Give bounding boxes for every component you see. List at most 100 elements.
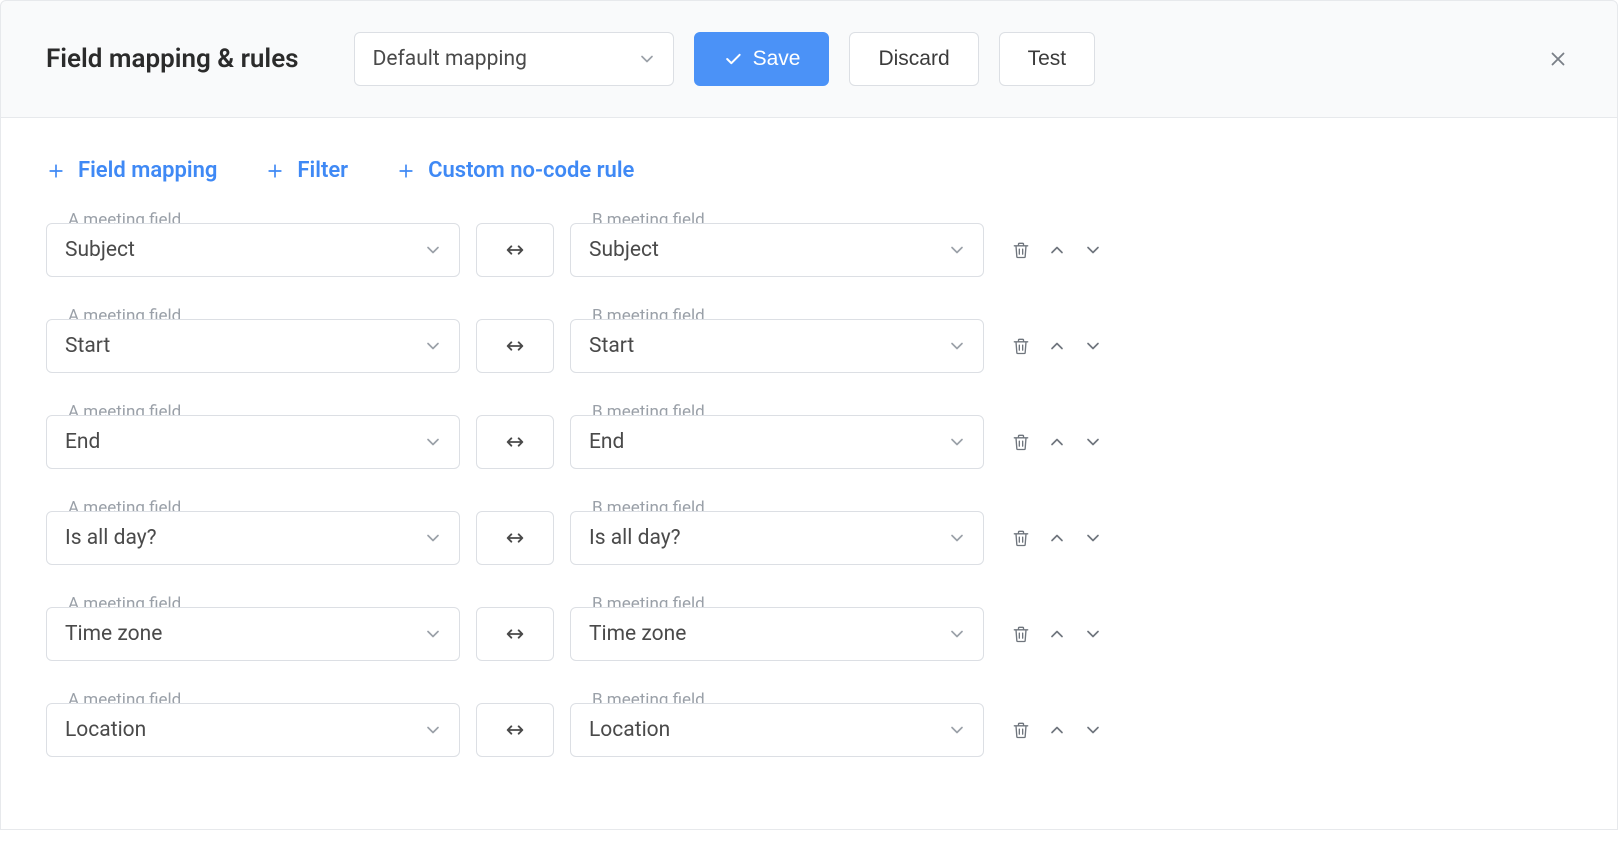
a-field-value: Location (65, 718, 146, 742)
test-button[interactable]: Test (999, 32, 1096, 86)
b-field-value: End (589, 430, 624, 454)
a-field-select[interactable]: Is all day? (46, 511, 460, 565)
b-field-select[interactable]: Time zone (570, 607, 984, 661)
chevron-down-icon (947, 720, 967, 740)
move-up-button[interactable] (1044, 429, 1070, 455)
delete-row-button[interactable] (1008, 621, 1034, 647)
close-icon (1547, 48, 1569, 70)
swap-icon (504, 239, 526, 261)
move-down-button[interactable] (1080, 429, 1106, 455)
chevron-down-icon (1083, 336, 1103, 356)
add-filter-link[interactable]: Filter (265, 158, 348, 183)
chevron-down-icon (1083, 624, 1103, 644)
save-button-label: Save (753, 47, 801, 71)
row-actions (1008, 237, 1106, 263)
add-custom-rule-link[interactable]: Custom no-code rule (396, 158, 634, 183)
direction-toggle[interactable] (476, 319, 554, 373)
delete-row-button[interactable] (1008, 237, 1034, 263)
close-button[interactable] (1544, 45, 1572, 73)
plus-icon (396, 161, 416, 181)
chevron-down-icon (637, 49, 657, 69)
mapping-row: A meeting field Time zone B meeting fiel… (46, 607, 1572, 661)
page-title: Field mapping & rules (46, 44, 299, 74)
move-up-button[interactable] (1044, 237, 1070, 263)
delete-row-button[interactable] (1008, 429, 1034, 455)
direction-toggle[interactable] (476, 223, 554, 277)
chevron-up-icon (1047, 336, 1067, 356)
delete-row-button[interactable] (1008, 525, 1034, 551)
b-field-select[interactable]: Start (570, 319, 984, 373)
header-bar: Field mapping & rules Default mapping Sa… (0, 0, 1618, 118)
chevron-down-icon (423, 240, 443, 260)
mapping-row: A meeting field Start B meeting field St… (46, 319, 1572, 373)
mapping-select[interactable]: Default mapping (354, 32, 674, 86)
move-down-button[interactable] (1080, 237, 1106, 263)
delete-row-button[interactable] (1008, 717, 1034, 743)
chevron-down-icon (1083, 432, 1103, 452)
b-field-value: Location (589, 718, 670, 742)
b-field-box: B meeting field Start (570, 319, 984, 373)
swap-icon (504, 719, 526, 741)
chevron-down-icon (947, 336, 967, 356)
move-up-button[interactable] (1044, 525, 1070, 551)
mapping-row: A meeting field Location B meeting field… (46, 703, 1572, 757)
discard-button-label: Discard (878, 47, 949, 71)
a-field-box: A meeting field Location (46, 703, 460, 757)
move-down-button[interactable] (1080, 621, 1106, 647)
a-field-box: A meeting field End (46, 415, 460, 469)
a-field-select[interactable]: Subject (46, 223, 460, 277)
a-field-select[interactable]: Location (46, 703, 460, 757)
discard-button[interactable]: Discard (849, 32, 978, 86)
b-field-select[interactable]: Is all day? (570, 511, 984, 565)
b-field-value: Time zone (589, 622, 686, 646)
move-up-button[interactable] (1044, 717, 1070, 743)
chevron-down-icon (947, 432, 967, 452)
a-field-select[interactable]: Start (46, 319, 460, 373)
a-field-box: A meeting field Time zone (46, 607, 460, 661)
chevron-down-icon (423, 720, 443, 740)
chevron-down-icon (423, 528, 443, 548)
trash-icon (1011, 624, 1031, 644)
a-field-value: Is all day? (65, 526, 157, 550)
chevron-down-icon (423, 432, 443, 452)
b-field-select[interactable]: Location (570, 703, 984, 757)
a-field-select[interactable]: Time zone (46, 607, 460, 661)
move-down-button[interactable] (1080, 525, 1106, 551)
mapping-select-value: Default mapping (373, 47, 527, 71)
b-field-value: Subject (589, 238, 659, 262)
b-field-select[interactable]: Subject (570, 223, 984, 277)
b-field-select[interactable]: End (570, 415, 984, 469)
move-down-button[interactable] (1080, 333, 1106, 359)
move-up-button[interactable] (1044, 333, 1070, 359)
mapping-row: A meeting field Is all day? B meeting fi… (46, 511, 1572, 565)
swap-icon (504, 335, 526, 357)
direction-toggle[interactable] (476, 703, 554, 757)
direction-toggle[interactable] (476, 607, 554, 661)
chevron-down-icon (947, 240, 967, 260)
save-button[interactable]: Save (694, 32, 830, 86)
plus-icon (46, 161, 66, 181)
a-field-value: Time zone (65, 622, 162, 646)
chevron-up-icon (1047, 720, 1067, 740)
action-links: Field mapping Filter Custom no-code rule (46, 158, 1572, 183)
chevron-up-icon (1047, 624, 1067, 644)
delete-row-button[interactable] (1008, 333, 1034, 359)
mapping-rows: A meeting field Subject B meeting field … (46, 223, 1572, 757)
add-field-mapping-link[interactable]: Field mapping (46, 158, 217, 183)
a-field-select[interactable]: End (46, 415, 460, 469)
move-up-button[interactable] (1044, 621, 1070, 647)
direction-toggle[interactable] (476, 511, 554, 565)
a-field-value: Start (65, 334, 110, 358)
chevron-down-icon (1083, 720, 1103, 740)
row-actions (1008, 333, 1106, 359)
trash-icon (1011, 720, 1031, 740)
b-field-box: B meeting field Subject (570, 223, 984, 277)
row-actions (1008, 429, 1106, 455)
b-field-box: B meeting field Location (570, 703, 984, 757)
direction-toggle[interactable] (476, 415, 554, 469)
trash-icon (1011, 432, 1031, 452)
move-down-button[interactable] (1080, 717, 1106, 743)
trash-icon (1011, 336, 1031, 356)
plus-icon (265, 161, 285, 181)
add-custom-rule-label: Custom no-code rule (428, 158, 634, 183)
